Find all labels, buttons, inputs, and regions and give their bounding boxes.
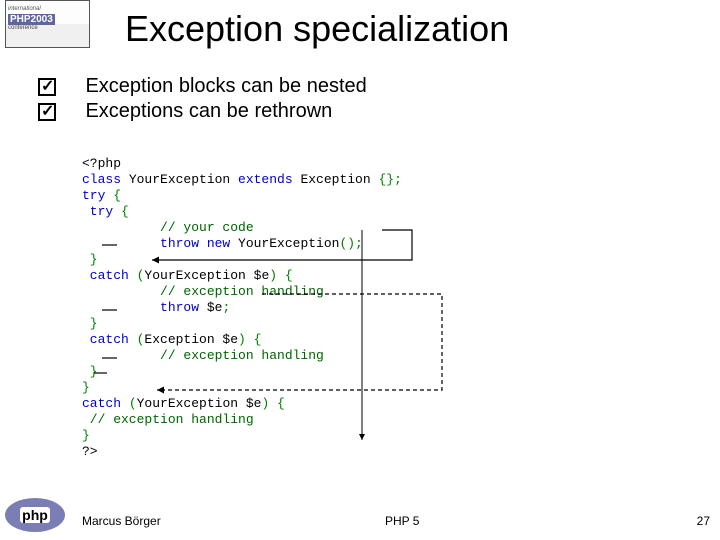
code-punc: (); bbox=[339, 236, 362, 251]
code-punc: } bbox=[82, 316, 98, 331]
code-comment: // exception handling bbox=[82, 284, 324, 299]
footer-topic: PHP 5 bbox=[385, 514, 419, 528]
code-punc: ) { bbox=[261, 396, 284, 411]
slide-title: Exception specialization bbox=[125, 8, 509, 50]
code-punc: { bbox=[121, 204, 129, 219]
bullet-row: Exception blocks can be nested bbox=[38, 75, 367, 98]
logo-line3: conference bbox=[8, 25, 87, 31]
code-kw: try bbox=[82, 188, 113, 203]
code-line: ?> bbox=[82, 444, 98, 459]
code-id: $e bbox=[207, 300, 223, 315]
code-id: YourException bbox=[238, 236, 339, 251]
code-kw: throw bbox=[82, 300, 207, 315]
footer-author: Marcus Börger bbox=[82, 514, 161, 528]
code-punc: ; bbox=[222, 300, 230, 315]
php-logo-text: php bbox=[20, 507, 50, 523]
code-punc: {}; bbox=[378, 172, 401, 187]
code-kw: catch bbox=[82, 332, 137, 347]
code-id: YourException bbox=[129, 172, 238, 187]
slide-number: 27 bbox=[697, 514, 710, 528]
bullet-row: Exceptions can be rethrown bbox=[38, 100, 367, 123]
code-punc: } bbox=[82, 252, 98, 267]
code-punc: } bbox=[82, 364, 98, 379]
code-punc: ( bbox=[129, 396, 137, 411]
code-punc: ) { bbox=[238, 332, 261, 347]
code-id: YourException $e bbox=[144, 268, 269, 283]
code-punc: } bbox=[82, 428, 90, 443]
code-punc: } bbox=[82, 380, 90, 395]
conference-logo-top: international PHP2003 conference bbox=[5, 0, 90, 48]
code-comment: // exception handling bbox=[82, 348, 324, 363]
logo-line1: international bbox=[8, 6, 41, 12]
code-id: Exception bbox=[300, 172, 378, 187]
bullet-text: Exception blocks can be nested bbox=[85, 75, 366, 97]
check-icon bbox=[38, 103, 56, 121]
code-kw: try bbox=[82, 204, 121, 219]
code-punc: { bbox=[113, 188, 121, 203]
code-id: Exception $e bbox=[144, 332, 238, 347]
logo-line2: PHP2003 bbox=[8, 14, 55, 25]
code-kw: throw new bbox=[82, 236, 238, 251]
code-kw: catch bbox=[82, 268, 137, 283]
code-comment: // exception handling bbox=[82, 412, 254, 427]
code-punc: ) { bbox=[269, 268, 292, 283]
code-id: YourException $e bbox=[137, 396, 262, 411]
bullet-text: Exceptions can be rethrown bbox=[85, 100, 332, 122]
code-line: <?php bbox=[82, 156, 121, 171]
bullet-list: Exception blocks can be nested Exception… bbox=[38, 75, 367, 125]
code-block: <?php class YourException extends Except… bbox=[82, 140, 402, 460]
check-icon bbox=[38, 78, 56, 96]
php-logo-icon: php bbox=[5, 498, 65, 532]
code-kw: extends bbox=[238, 172, 300, 187]
code-kw: class bbox=[82, 172, 129, 187]
code-kw: catch bbox=[82, 396, 129, 411]
code-comment: // your code bbox=[82, 220, 254, 235]
